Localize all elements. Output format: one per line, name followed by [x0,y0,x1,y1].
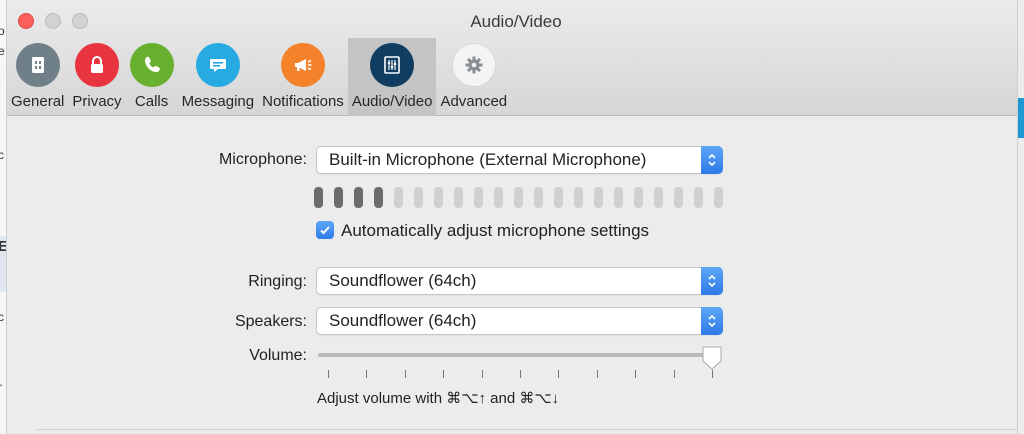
level-segment [334,187,343,208]
volume-tick [596,370,598,378]
divider [37,429,1017,430]
tab-messaging[interactable]: Messaging [178,38,259,116]
gear-icon [451,43,496,87]
level-segment [714,187,723,208]
level-segment [314,187,323,208]
volume-tick [635,370,637,378]
ringing-value: Soundflower (64ch) [329,271,477,290]
tab-label: Messaging [181,93,255,110]
lock-icon [74,43,119,87]
popup-arrows-icon [701,267,723,295]
tab-general[interactable]: General [7,38,68,116]
volume-tick [404,370,406,378]
level-segment [414,187,423,208]
level-segment [674,187,683,208]
level-segment [434,187,443,208]
phone-icon [129,43,174,87]
tab-label: Privacy [72,93,122,110]
level-segment [574,187,583,208]
tab-label: Advanced [440,93,508,110]
microphone-label: Microphone: [218,151,307,168]
popup-arrows-icon [701,307,723,335]
level-segment [494,187,503,208]
chat-bubble-icon [195,43,240,87]
tab-label: General [11,93,65,110]
level-segment [534,187,543,208]
tab-label: Notifications [262,93,344,110]
tab-label: Calls [134,93,169,110]
microphone-level-meter [314,187,734,208]
preferences-window: Audio/Video General Privacy Calls Messag… [6,0,1018,434]
auto-adjust-checkbox[interactable] [316,221,334,239]
tab-calls[interactable]: Calls [126,38,178,116]
microphone-value: Built-in Microphone (External Microphone… [329,150,647,169]
tab-label: Audio/Video [351,93,433,110]
volume-tick [481,370,483,378]
level-segment [694,187,703,208]
level-segment [654,187,663,208]
level-segment [374,187,383,208]
microphone-popup[interactable]: Built-in Microphone (External Microphone… [316,146,723,174]
auto-adjust-label: Automatically adjust microphone settings [341,221,650,240]
volume-tick [712,370,713,378]
level-segment [354,187,363,208]
volume-tick [328,370,329,378]
volume-tick [366,370,368,378]
preferences-toolbar: General Privacy Calls Messaging Notifica… [7,38,511,116]
tab-advanced[interactable]: Advanced [436,38,511,116]
megaphone-icon [280,43,325,87]
level-segment [514,187,523,208]
tab-privacy[interactable]: Privacy [68,38,125,116]
volume-shortcut-hint: Adjust volume with ⌘⌥↑ and ⌘⌥↓ [317,390,560,407]
equalizer-icon [370,43,415,87]
tab-notifications[interactable]: Notifications [258,38,348,116]
ringing-popup[interactable]: Soundflower (64ch) [316,267,723,295]
volume-label: Volume: [249,347,307,364]
volume-tick [558,370,560,378]
volume-tick [520,370,521,378]
volume-tick [673,370,675,378]
level-segment [594,187,603,208]
speakers-popup[interactable]: Soundflower (64ch) [316,307,723,335]
volume-tick [443,370,445,378]
volume-slider-thumb[interactable] [701,345,723,371]
general-icon [15,43,60,87]
ringing-label: Ringing: [248,273,307,290]
audio-video-panel: Microphone: Built-in Microphone (Externa… [7,117,1017,434]
window-title: Audio/Video [470,12,562,31]
level-segment [394,187,403,208]
speakers-value: Soundflower (64ch) [329,311,477,330]
title-bar: Audio/Video General Privacy Calls Messag… [7,0,1017,116]
volume-slider-track[interactable] [318,353,714,357]
level-segment [474,187,483,208]
checkmark-icon [320,226,330,235]
level-segment [454,187,463,208]
speakers-label: Speakers: [234,313,307,330]
tab-audio-video[interactable]: Audio/Video [347,38,437,116]
level-segment [634,187,643,208]
level-segment [554,187,563,208]
level-segment [614,187,623,208]
popup-arrows-icon [701,146,723,174]
